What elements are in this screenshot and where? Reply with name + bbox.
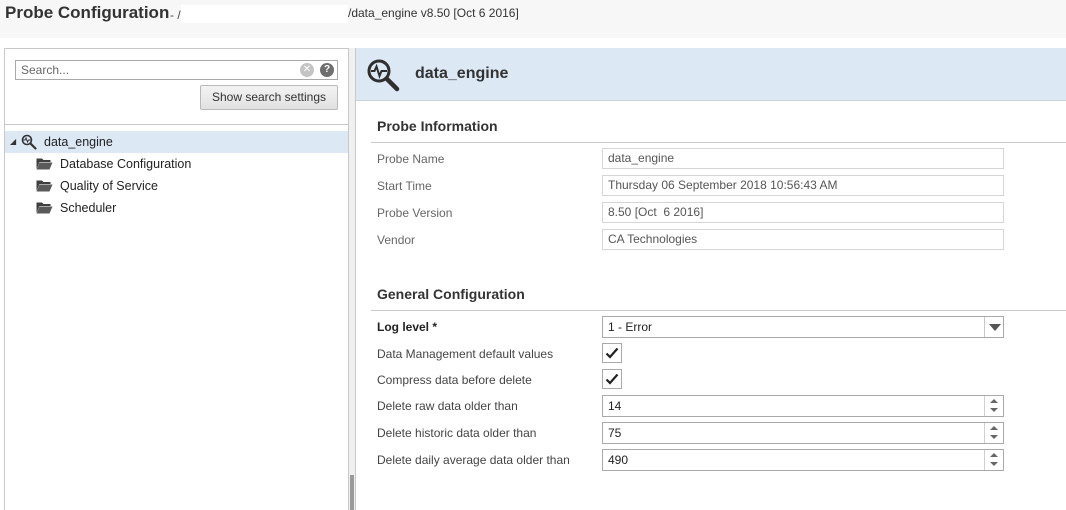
help-icon[interactable]: ? <box>320 63 334 77</box>
spin-up-icon[interactable] <box>985 396 1003 406</box>
spin-down-icon[interactable] <box>985 406 1003 416</box>
probe-search-icon <box>367 59 400 92</box>
dropdown-arrow-icon[interactable] <box>984 317 1003 337</box>
tree-item-scheduler[interactable]: Scheduler <box>5 197 348 219</box>
spinner-buttons <box>984 450 1003 470</box>
clear-search-icon[interactable]: ✕ <box>300 63 314 77</box>
probe-tree: ◢ data_engine Database Configuration Qua… <box>5 131 348 219</box>
spin-down-icon[interactable] <box>985 433 1003 443</box>
vendor-field: CA Technologies <box>602 229 1004 250</box>
spin-up-icon[interactable] <box>985 450 1003 460</box>
delete-raw-label: Delete raw data older than <box>377 399 518 413</box>
tree-item-label: Scheduler <box>60 201 117 215</box>
start-time-label: Start Time <box>377 179 432 193</box>
search-box: ✕ ? <box>15 60 338 80</box>
probe-name-field: data_engine <box>602 148 1004 169</box>
scrollbar-thumb[interactable] <box>350 475 354 510</box>
vendor-label: Vendor <box>377 233 416 247</box>
navigation-panel: ✕ ? Show search settings ◢ data_engine D… <box>4 48 349 510</box>
section-title-general-configuration: General Configuration <box>377 286 525 302</box>
checkmark-icon <box>605 347 619 359</box>
log-level-select[interactable]: 1 - Error <box>602 316 1004 338</box>
data-management-defaults-label: Data Management default values <box>377 347 554 361</box>
title-separator: - / <box>170 8 181 22</box>
folder-icon <box>36 158 53 170</box>
spin-up-icon[interactable] <box>985 423 1003 433</box>
search-input[interactable] <box>16 61 291 79</box>
delete-raw-input[interactable] <box>608 399 978 413</box>
spinner-buttons <box>984 396 1003 416</box>
app-title: Probe Configuration <box>5 3 170 22</box>
probe-path: /data_engine v8.50 [Oct 6 2016] <box>348 6 519 20</box>
probe-name-label: Probe Name <box>377 152 445 166</box>
delete-historic-input[interactable] <box>608 426 978 440</box>
spinner-buttons <box>984 423 1003 443</box>
content-panel: data_engine Probe Information Probe Name… <box>355 48 1066 510</box>
spin-down-icon[interactable] <box>985 460 1003 470</box>
tree-item-label: Quality of Service <box>60 179 158 193</box>
section-divider <box>371 142 1066 143</box>
delete-daily-average-input[interactable] <box>608 453 978 467</box>
delete-raw-stepper[interactable] <box>602 395 1004 417</box>
probe-version-field: 8.50 [Oct 6 2016] <box>602 202 1004 223</box>
delete-historic-stepper[interactable] <box>602 422 1004 444</box>
compress-data-label: Compress data before delete <box>377 373 532 387</box>
collapse-arrow-icon[interactable]: ◢ <box>10 131 16 153</box>
checkmark-icon <box>605 373 619 385</box>
probe-version-label: Probe Version <box>377 206 453 220</box>
probe-header: data_engine <box>356 48 1066 101</box>
compress-data-checkbox[interactable] <box>602 369 622 389</box>
divider <box>5 124 348 125</box>
tree-item-data-engine[interactable]: ◢ data_engine <box>5 131 348 153</box>
log-level-value: 1 - Error <box>608 320 653 334</box>
tree-item-quality-of-service[interactable]: Quality of Service <box>5 175 348 197</box>
redacted-host <box>181 5 348 23</box>
tree-item-label: data_engine <box>44 135 113 149</box>
section-title-probe-information: Probe Information <box>377 118 498 134</box>
delete-daily-average-stepper[interactable] <box>602 449 1004 471</box>
tree-item-database-configuration[interactable]: Database Configuration <box>5 153 348 175</box>
title-bar: Probe Configuration - / /data_engine v8.… <box>0 0 1066 38</box>
log-level-label: Log level * <box>377 320 438 334</box>
data-management-defaults-checkbox[interactable] <box>602 343 622 363</box>
probe-search-icon <box>21 134 37 150</box>
folder-icon <box>36 180 53 192</box>
delete-daily-average-label: Delete daily average data older than <box>377 453 570 467</box>
delete-historic-label: Delete historic data older than <box>377 426 537 440</box>
show-search-settings-button[interactable]: Show search settings <box>200 85 338 110</box>
tree-item-label: Database Configuration <box>60 157 192 171</box>
folder-icon <box>36 202 53 214</box>
section-divider <box>371 310 1066 311</box>
probe-title: data_engine <box>415 65 509 82</box>
start-time-field: Thursday 06 September 2018 10:56:43 AM <box>602 175 1004 196</box>
